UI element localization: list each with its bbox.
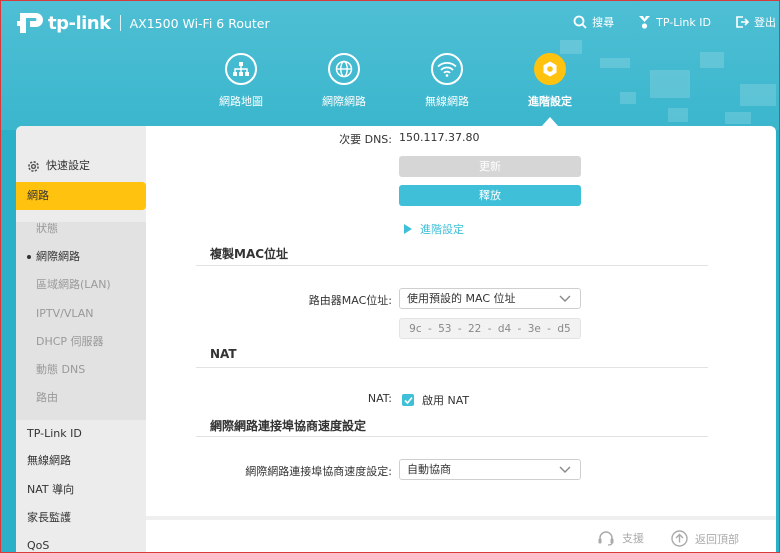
network-map-icon xyxy=(233,62,249,76)
sidebar-sub-internet[interactable]: 網際網路 xyxy=(16,244,146,270)
checkbox-checked-icon xyxy=(402,394,414,406)
back-to-top-label: 返回頂部 xyxy=(695,532,739,546)
sidebar-sub-iptv[interactable]: IPTV/VLAN xyxy=(16,301,146,327)
logo-text: tp-link xyxy=(48,12,111,34)
sidebar-sub-dhcp[interactable]: DHCP 伺服器 xyxy=(16,329,146,355)
nav-wireless[interactable]: 無線網路 xyxy=(402,53,492,109)
sidebar-item-network[interactable]: 網路 xyxy=(16,182,146,210)
caret-right-icon xyxy=(404,224,412,234)
top-actions: 搜尋 TP-Link ID 登出 xyxy=(549,14,776,30)
sidebar-item-wireless[interactable]: 無線網路 xyxy=(16,447,146,475)
logout-icon xyxy=(736,16,749,28)
main-nav: 網路地圖 網際網路 無線網路 進階設定 xyxy=(0,53,780,129)
sidebar-sub-ddns[interactable]: 動態 DNS xyxy=(16,357,146,383)
router-mac-label: 路由器MAC位址: xyxy=(308,294,392,307)
router-mac-select[interactable]: 使用預設的 MAC 位址 xyxy=(399,288,581,309)
chevron-down-icon xyxy=(559,466,571,473)
brand[interactable]: tp-link AX1500 Wi-Fi 6 Router xyxy=(14,10,270,36)
divider xyxy=(196,265,708,266)
search-label: 搜尋 xyxy=(592,16,615,29)
nat-enable-checkbox[interactable]: 啟用 NAT xyxy=(402,392,469,408)
wifi-icon xyxy=(437,62,457,77)
sidebar-sub-routing[interactable]: 路由 xyxy=(16,385,146,411)
quick-setup-gear-icon xyxy=(28,160,39,172)
nav-internet[interactable]: 網際網路 xyxy=(299,53,389,109)
sidebar-item-tplink-id[interactable]: TP-Link ID xyxy=(16,420,146,448)
sidebar-sub-lan[interactable]: 區域網路(LAN) xyxy=(16,272,146,298)
footer: 支援 返回頂部 xyxy=(146,516,776,553)
sidebar-item-nat-forwarding[interactable]: NAT 導向 xyxy=(16,476,146,504)
nat-title: NAT xyxy=(210,347,237,361)
nat-enable-label: 啟用 NAT xyxy=(422,394,470,407)
secondary-dns-value: 150.117.37.80 xyxy=(399,131,480,144)
search-icon xyxy=(573,15,587,29)
back-to-top-button[interactable]: 返回頂部 xyxy=(671,530,739,547)
nav-active-pointer xyxy=(541,117,559,127)
headset-icon xyxy=(598,531,614,546)
arrow-up-circle-icon xyxy=(671,530,688,547)
main-content: 次要 DNS: 150.117.37.80 更新 釋放 進階設定 複製MAC位址… xyxy=(146,126,776,516)
sidebar: 快速設定 網路 狀態 網際網路 區域網路(LAN) IPTV/VLAN DHCP… xyxy=(16,126,146,553)
logout-label: 登出 xyxy=(754,16,776,29)
content-card: 快速設定 網路 狀態 網際網路 區域網路(LAN) IPTV/VLAN DHCP… xyxy=(16,126,776,553)
support-label: 支援 xyxy=(622,532,644,545)
user-id-icon xyxy=(639,16,651,29)
sidebar-item-parental-controls[interactable]: 家長監護 xyxy=(16,504,146,532)
sidebar-item-qos[interactable]: QoS xyxy=(16,532,146,553)
brand-separator xyxy=(119,15,121,31)
release-button[interactable]: 釋放 xyxy=(399,185,581,206)
tplink-id-button[interactable]: TP-Link ID xyxy=(638,14,711,30)
sidebar-sub-status[interactable]: 狀態 xyxy=(16,216,146,242)
nav-network-map[interactable]: 網路地圖 xyxy=(196,53,286,109)
nat-label: NAT: xyxy=(367,392,392,405)
clone-mac-title: 複製MAC位址 xyxy=(210,247,289,261)
top-header: tp-link AX1500 Wi-Fi 6 Router 搜尋 TP-Link… xyxy=(0,0,780,130)
sidebar-item-quick-setup[interactable]: 快速設定 xyxy=(16,152,146,180)
tp-link-logo-icon xyxy=(14,10,44,36)
speed-title: 網際網路連接埠協商速度設定 xyxy=(210,419,367,433)
support-button[interactable]: 支援 xyxy=(597,530,644,546)
divider xyxy=(196,436,708,437)
mac-address-field: 9c - 53 - 22 - d4 - 3e - d5 xyxy=(399,318,581,339)
secondary-dns-label: 次要 DNS: xyxy=(339,133,392,146)
advanced-settings-label: 進階設定 xyxy=(420,223,464,236)
renew-button[interactable]: 更新 xyxy=(399,156,581,177)
nav-label: 網路地圖 xyxy=(219,95,263,108)
chevron-down-icon xyxy=(559,295,571,302)
nav-label: 網際網路 xyxy=(322,95,366,108)
speed-select[interactable]: 自動協商 xyxy=(399,459,581,480)
logout-button[interactable]: 登出 xyxy=(735,14,776,30)
speed-label: 網際網路連接埠協商速度設定: xyxy=(245,465,392,478)
router-mac-select-value: 使用預設的 MAC 位址 xyxy=(407,292,516,305)
sidebar-item-label: 快速設定 xyxy=(46,159,90,172)
speed-select-value: 自動協商 xyxy=(407,463,451,476)
search-button[interactable]: 搜尋 xyxy=(573,14,614,30)
model-name: AX1500 Wi-Fi 6 Router xyxy=(129,15,270,31)
nav-label: 無線網路 xyxy=(425,95,469,108)
active-dot xyxy=(27,255,31,259)
globe-icon xyxy=(335,60,353,78)
sidebar-item-label: 網路 xyxy=(27,189,49,202)
tplink-id-label: TP-Link ID xyxy=(656,15,711,29)
nav-advanced[interactable]: 進階設定 xyxy=(505,53,595,109)
advanced-settings-link[interactable]: 進階設定 xyxy=(404,221,464,237)
divider xyxy=(196,367,708,368)
nav-label: 進階設定 xyxy=(528,95,572,108)
gear-icon xyxy=(543,61,557,77)
